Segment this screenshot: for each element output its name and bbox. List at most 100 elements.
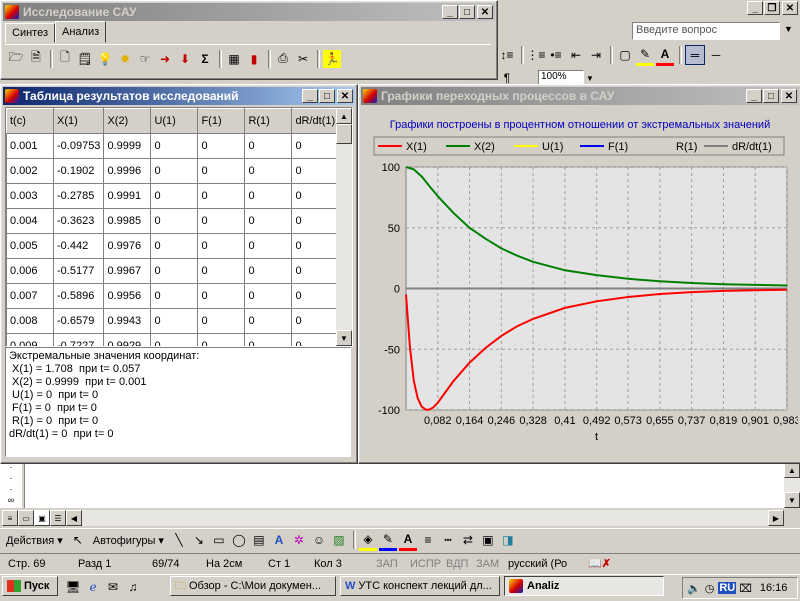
column-header[interactable]: F(1) [197,108,246,134]
oval-tool-icon[interactable]: ◯ [230,531,248,549]
dash-style-icon[interactable]: ─ [707,46,725,64]
arrow-right-icon[interactable]: ➜ [156,50,174,68]
scheduler-icon[interactable]: ◷ [705,582,715,595]
increase-indent-icon[interactable]: ⇥ [587,46,605,64]
table-cell[interactable]: 0 [244,158,293,184]
zoom-dropdown-icon[interactable]: ▼ [586,74,594,83]
font-color-icon[interactable]: A [656,45,674,66]
border-icon[interactable]: ▢ [616,46,634,64]
grid-scroll-down-button[interactable]: ▼ [336,330,352,346]
desktop-icon[interactable]: 🖥 [64,578,82,596]
printer-icon[interactable]: ⎙ [274,50,292,68]
column-header[interactable]: U(1) [150,108,199,134]
table-cell[interactable]: 0.9985 [103,208,152,234]
table-row[interactable]: 0.005 -0.442 0.9976 0 0 0 0 [6,233,344,259]
table-cell[interactable]: 0.006 [6,258,54,284]
table-cell[interactable]: -0.1902 [52,158,105,184]
table-cell[interactable]: 0 [244,183,293,209]
chart-minimize-button[interactable]: _ [746,89,762,103]
arrow-tool-icon[interactable]: ↘ [190,531,208,549]
main-window-titlebar[interactable]: Исследование САУ _ □ ✕ [3,3,495,21]
bar-chart-icon[interactable]: ▮ [245,50,263,68]
document-icon[interactable]: 🗒 [76,50,94,68]
dash-icon[interactable]: ┅ [439,531,457,549]
outlook-icon[interactable]: ✉ [104,578,122,596]
table-cell[interactable]: 0 [150,233,199,259]
table-close-button[interactable]: ✕ [337,89,353,103]
bullets-icon[interactable]: •≡ [547,46,565,64]
sum-icon[interactable]: Σ [196,50,214,68]
table-cell[interactable]: 0.9929 [103,333,152,346]
print-view-button[interactable]: ▣ [34,510,50,526]
word-restore-button[interactable]: ❐ [764,1,780,15]
calculator-icon[interactable]: ✂ [294,50,312,68]
task-explorer[interactable]: 🗀 Обзор - C:\Мои докумен... [170,576,336,596]
table-cell[interactable]: -0.09753 [52,133,105,159]
table-cell[interactable]: -0.5177 [52,258,105,284]
task-word[interactable]: W УТС конспект лекций дл... [340,576,500,596]
word-minimize-button[interactable]: _ [747,1,763,15]
rectangle-tool-icon[interactable]: ▭ [210,531,228,549]
table-cell[interactable]: 0 [150,133,199,159]
wordart-icon[interactable]: A [270,531,288,549]
task-analiz[interactable]: Analiz [504,576,664,596]
table-cell[interactable]: 0.009 [6,333,54,346]
actions-menu[interactable]: Действия ▾ [6,534,63,547]
new-document-icon[interactable]: 🗋 [56,50,74,68]
table-cell[interactable]: 0 [244,308,293,334]
save-icon[interactable]: 🗎 [27,50,45,68]
word-help-dropdown-icon[interactable]: ▼ [784,24,793,34]
arrow-down-icon[interactable]: ⬇ [176,50,194,68]
3d-icon[interactable]: ◨ [499,531,517,549]
chart-close-button[interactable]: ✕ [781,89,797,103]
line-color-icon[interactable]: ✎ [378,530,397,551]
normal-view-button[interactable]: ≡ [2,510,18,526]
table-cell[interactable]: 0.008 [6,308,54,334]
table-cell[interactable]: 0 [197,183,246,209]
table-cell[interactable]: 0 [150,308,199,334]
table-cell[interactable]: 0.005 [6,233,54,259]
chart-maximize-button[interactable]: □ [763,89,779,103]
autoshapes-menu[interactable]: Автофигуры ▾ [93,534,164,547]
table-cell[interactable]: 0 [197,208,246,234]
table-cell[interactable]: 0 [244,233,293,259]
grid-scroll-up-button[interactable]: ▲ [336,108,352,124]
table-row[interactable]: 0.003 -0.2785 0.9991 0 0 0 0 [6,183,344,209]
open-icon[interactable]: 🗁 [7,50,25,68]
table-cell[interactable]: 0 [197,258,246,284]
language-indicator[interactable]: RU [718,582,737,594]
word-scroll-down-button[interactable]: ▼ [784,492,800,508]
table-cell[interactable]: 0 [244,333,293,346]
media-icon[interactable]: ♫ [124,578,142,596]
table-cell[interactable]: 0.007 [6,283,54,309]
table-cell[interactable]: -0.3623 [52,208,105,234]
tab-sintez[interactable]: Синтез [5,23,55,43]
table-cell[interactable]: 0 [150,283,199,309]
run-man-icon[interactable]: 🏃 [323,49,341,68]
clipart-icon[interactable]: ☺ [310,531,328,549]
column-header[interactable]: X(2) [103,108,152,134]
table-row[interactable]: 0.002 -0.1902 0.9996 0 0 0 0 [6,158,344,184]
table-cell[interactable]: -0.2785 [52,183,105,209]
web-view-button[interactable]: ▭ [18,510,34,526]
table-cell[interactable]: 0.002 [6,158,54,184]
hscroll-left-button[interactable]: ◀ [66,510,82,526]
table-cell[interactable]: 0.9999 [103,133,152,159]
line-spacing-icon[interactable]: ↕≡ [498,46,516,64]
outline-view-button[interactable]: ☰ [50,510,66,526]
table-cell[interactable]: 0 [244,133,293,159]
line-tool-icon[interactable]: ╲ [170,531,188,549]
main-close-button[interactable]: ✕ [477,5,493,19]
table-row[interactable]: 0.001 -0.09753 0.9999 0 0 0 0 [6,133,344,159]
main-maximize-button[interactable]: □ [459,5,475,19]
bulb-icon[interactable]: 💡 [96,50,114,68]
table-icon[interactable]: ▦ [225,50,243,68]
word-close-button[interactable]: ✕ [782,1,798,15]
numbering-icon[interactable]: ⋮≡ [527,46,546,64]
table-cell[interactable]: 0 [244,283,293,309]
grid-scroll-thumb[interactable] [336,124,352,144]
table-cell[interactable]: 0.9967 [103,258,152,284]
main-minimize-button[interactable]: _ [442,5,458,19]
table-cell[interactable]: 0.9976 [103,233,152,259]
table-cell[interactable]: 0 [197,308,246,334]
